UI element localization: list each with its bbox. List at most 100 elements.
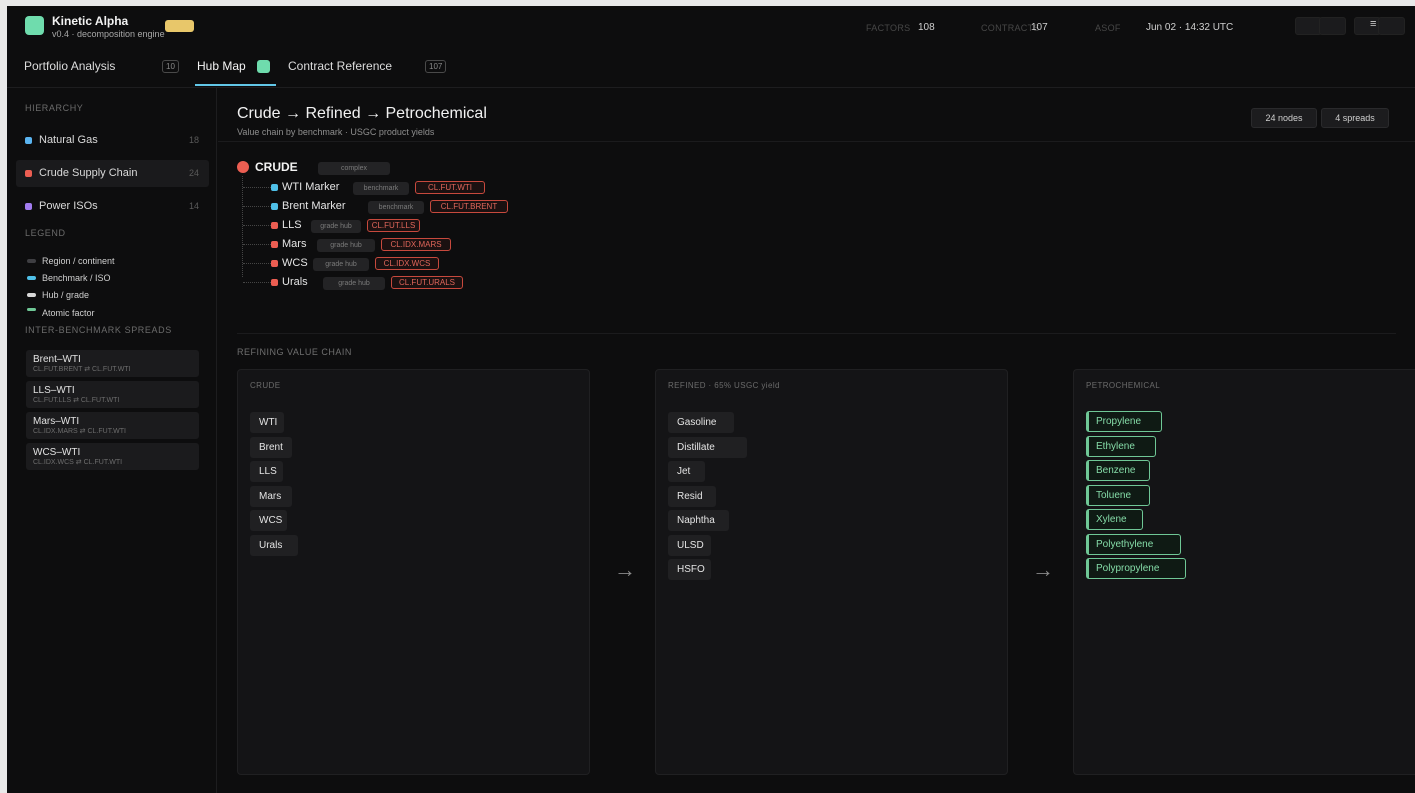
region-swatch-icon [27,259,36,263]
tree-node-lls[interactable]: LLS [282,219,302,231]
petro-chip-xylene[interactable]: Xylene [1086,509,1143,530]
hierarchy-header: HIERARCHY [25,103,84,113]
hierarchy-item-crude-supply-chain[interactable]: Crude Supply Chain 24 [16,160,209,187]
app-window: Kinetic Alpha v0.4 · decomposition engin… [7,6,1415,793]
factors-label: FACTORS [866,23,911,33]
legend-header: LEGEND [25,228,66,238]
refined-chip-naphtha[interactable]: Naphtha [668,510,729,531]
legend-label: Region / continent [42,256,115,266]
crude-chip-brent[interactable]: Brent [250,437,292,458]
page-title: Crude → Refined → Petrochemical [237,105,487,122]
petrochemical-column: PETROCHEMICAL Propylene Ethylene Benzene… [1073,369,1415,775]
hub-dot-icon [271,241,278,248]
crude-chip-wcs[interactable]: WCS [250,510,287,531]
petro-chip-benzene[interactable]: Benzene [1086,460,1150,481]
benchmark-swatch-icon [27,276,36,280]
tree-root-label[interactable]: CRUDE [255,160,298,174]
nav-tabs: Portfolio Analysis 10 Hub Map Contract R… [7,48,1415,88]
refined-chip-jet[interactable]: Jet [668,461,705,482]
refined-chip-distillate[interactable]: Distillate [668,437,747,458]
spread-card-wcs-wti[interactable]: WCS–WTI CL.IDX.WCS ⇄ CL.FUT.WTI [26,443,199,470]
crude-chip-lls[interactable]: LLS [250,461,283,482]
tree-node-code[interactable]: CL.FUT.WTI [415,181,485,194]
tree-node-wcs[interactable]: WCS [282,257,308,269]
tree-node-code[interactable]: CL.FUT.URALS [391,276,463,289]
crude-chip-wti[interactable]: WTI [250,412,284,433]
spreads-button[interactable]: 4 spreads [1321,108,1389,128]
toolbar-button-1[interactable] [1295,17,1322,35]
spread-name: WCS–WTI [33,447,81,458]
petro-chip-ethylene[interactable]: Ethylene [1086,436,1156,457]
crude-root-dot-icon [237,161,249,173]
menu-icon: ≡ [1370,18,1377,30]
section-divider [237,333,1396,334]
header-divider [218,141,1415,142]
tree-node-code[interactable]: CL.FUT.BRENT [430,200,508,213]
spread-card-lls-wti[interactable]: LLS–WTI CL.FUT.LLS ⇄ CL.FUT.WTI [26,381,199,408]
tree-branch [243,244,271,245]
column-header: PETROCHEMICAL [1086,381,1161,390]
hierarchy-item-count: 24 [188,168,199,178]
refined-chip-hsfo[interactable]: HSFO [668,559,711,580]
tab-hub-map[interactable]: Hub Map [197,59,246,73]
crude-chip-mars[interactable]: Mars [250,486,292,507]
toolbar-button-2[interactable] [1319,17,1346,35]
spread-contracts: CL.FUT.LLS ⇄ CL.FUT.WTI [33,397,120,404]
refined-chip-ulsd[interactable]: ULSD [668,535,711,556]
tree-node-tag: grade hub [317,239,375,252]
app-title: Kinetic Alpha [52,14,129,28]
tree-node-brent-marker[interactable]: Brent Marker [282,200,346,212]
active-tab-indicator [195,84,276,86]
menu-button[interactable] [1354,17,1381,35]
logo-icon [25,16,44,35]
hierarchy-item-natural-gas[interactable]: Natural Gas 18 [16,127,209,154]
hierarchy-item-label: Natural Gas [39,134,98,146]
tree-node-mars[interactable]: Mars [282,238,306,250]
hierarchy-item-power-isos[interactable]: Power ISOs 14 [16,193,209,220]
tree-node-code[interactable]: CL.IDX.MARS [381,238,451,251]
refined-chip-gasoline[interactable]: Gasoline [668,412,734,433]
tree-node-urals[interactable]: Urals [282,276,308,288]
sidebar: HIERARCHY Natural Gas 18 Crude Supply Ch… [7,88,217,793]
spread-name: Mars–WTI [33,416,80,427]
hierarchy-item-label: Power ISOs [39,200,98,212]
crude-chip-urals[interactable]: Urals [250,535,298,556]
spread-contracts: CL.IDX.MARS ⇄ CL.FUT.WTI [33,428,126,435]
power-dot-icon [25,203,32,210]
tree-connector [242,176,243,277]
petro-chip-polyethylene[interactable]: Polyethylene [1086,534,1181,555]
tab-portfolio-analysis-badge: 10 [162,60,179,73]
tree-node-wti-marker[interactable]: WTI Marker [282,181,339,193]
spread-contracts: CL.FUT.BRENT ⇄ CL.FUT.WTI [33,366,131,373]
version-pill [165,20,194,32]
spread-card-mars-wti[interactable]: Mars–WTI CL.IDX.MARS ⇄ CL.FUT.WTI [26,412,199,439]
tab-contract-reference[interactable]: Contract Reference [288,59,392,73]
tree-node-code[interactable]: CL.FUT.LLS [367,219,420,232]
petro-chip-propylene[interactable]: Propylene [1086,411,1162,432]
refined-chip-resid[interactable]: Resid [668,486,716,507]
nodes-button[interactable]: 24 nodes [1251,108,1317,128]
tree-node-code[interactable]: CL.IDX.WCS [375,257,439,270]
spread-name: LLS–WTI [33,385,75,396]
toolbar-button-4[interactable] [1378,17,1405,35]
crude-column: CRUDE WTI Brent LLS Mars WCS Urals [237,369,590,775]
legend-label: Atomic factor [42,308,95,318]
tree-branch [243,206,271,207]
arrow-right-icon: → [614,557,636,582]
spreads-header: INTER-BENCHMARK SPREADS [25,325,172,335]
tree-node-tag: benchmark [353,182,409,195]
hierarchy-item-label: Crude Supply Chain [39,167,138,179]
spread-contracts: CL.IDX.WCS ⇄ CL.FUT.WTI [33,459,123,466]
tree-root-tag: complex [318,162,390,175]
column-header: CRUDE [250,381,281,390]
hierarchy-item-count: 14 [188,201,199,211]
benchmark-dot-icon [271,184,278,191]
petro-chip-toluene[interactable]: Toluene [1086,485,1150,506]
hub-swatch-icon [27,293,36,297]
petro-chip-polypropylene[interactable]: Polypropylene [1086,558,1186,579]
column-header: REFINED · 65% USGC yield [668,381,780,390]
hub-dot-icon [271,279,278,286]
tab-portfolio-analysis[interactable]: Portfolio Analysis [24,59,115,73]
spread-card-brent-wti[interactable]: Brent–WTI CL.FUT.BRENT ⇄ CL.FUT.WTI [26,350,199,377]
tab-contract-reference-badge: 107 [425,60,447,73]
